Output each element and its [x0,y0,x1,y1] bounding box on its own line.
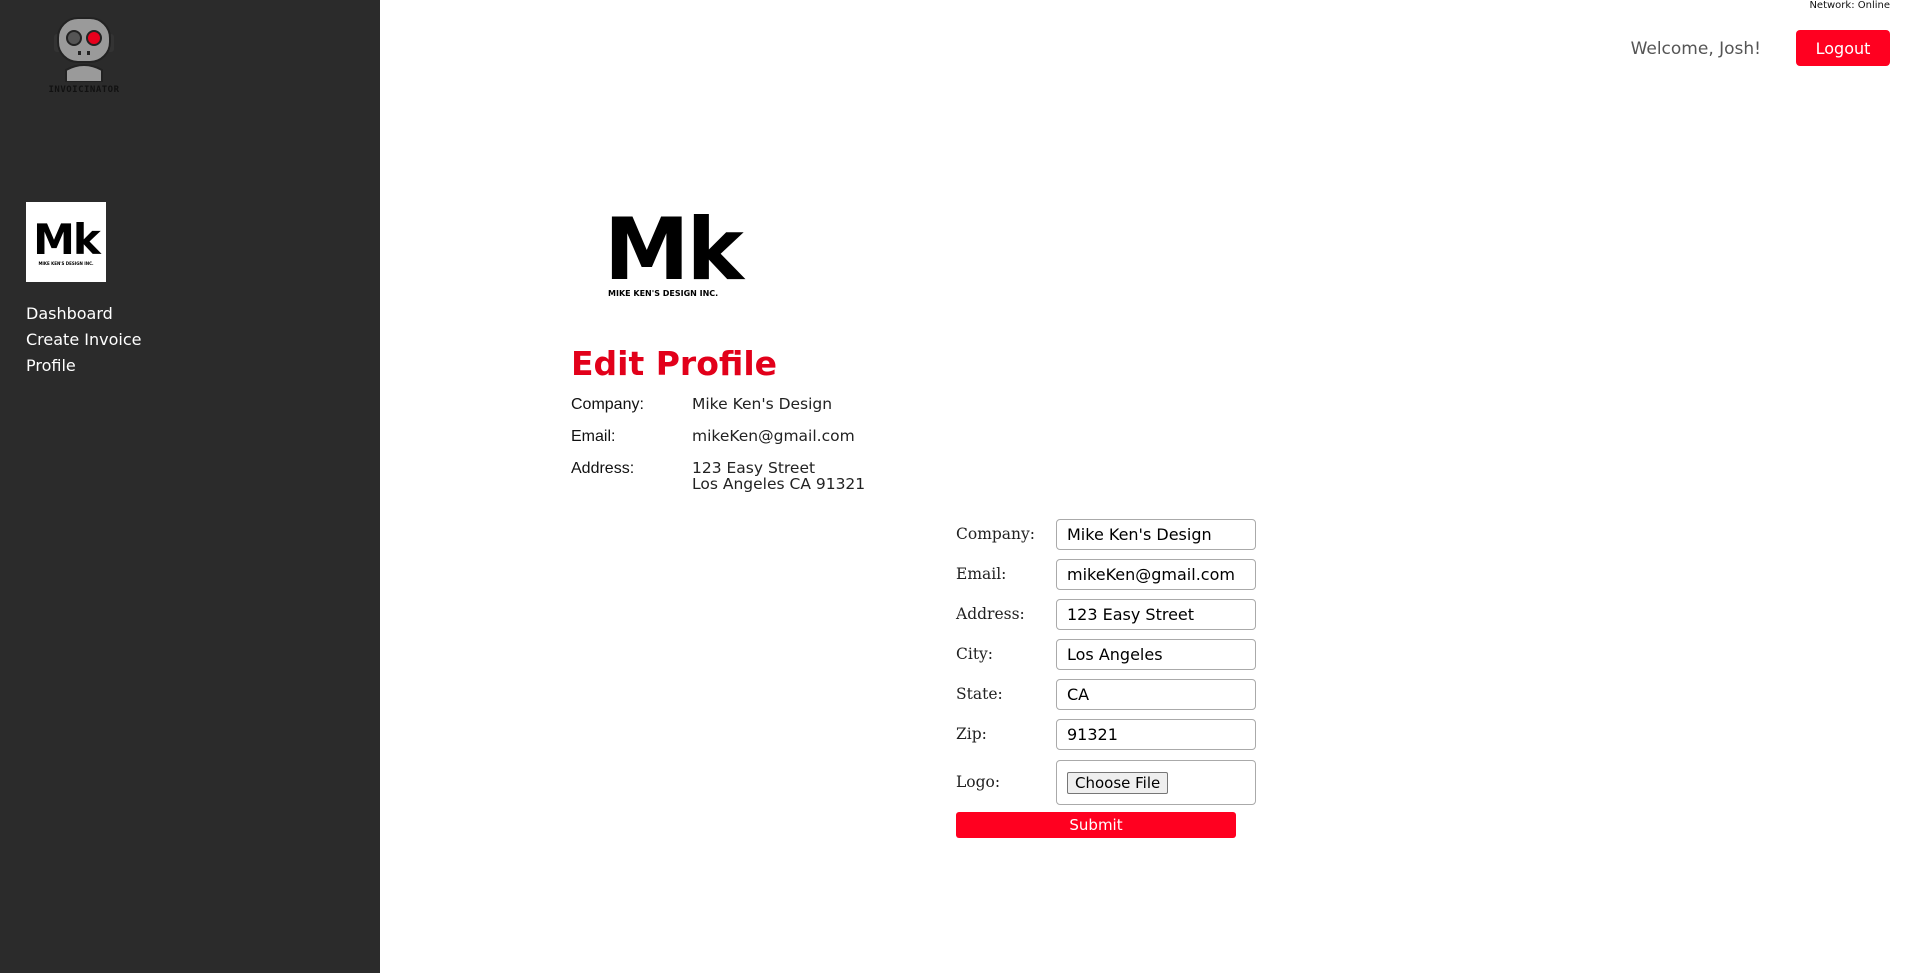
profile-address-value: 123 Easy Street Los Angeles CA 91321 [692,460,865,492]
profile-email-value: mikeKen@gmail.com [692,427,855,445]
choose-file-button[interactable]: Choose File [1067,771,1169,794]
address-field-label: Address: [956,605,1025,623]
zip-field[interactable] [1056,718,1256,750]
sidebar-item-dashboard[interactable]: Dashboard [26,301,141,327]
welcome-message: Welcome, Josh! [1630,39,1761,59]
profile-address-line1: 123 Easy Street [692,459,816,477]
state-field[interactable] [1056,678,1256,710]
form-row-city: City: [956,634,1256,674]
app-logo[interactable]: INVOICINATOR [40,10,128,95]
address-field[interactable] [1056,598,1256,630]
profile-company-value: Mike Ken's Design [692,395,833,413]
company-logo: Mk MIKE KEN'S DESIGN INC. [604,207,744,298]
logo-field-label: Logo: [956,773,1001,791]
app-name: INVOICINATOR [48,85,120,95]
profile-email-row: Email: mikeKen@gmail.com [571,428,865,446]
robot-icon [54,17,114,82]
profile-summary: Company: Mike Ken's Design Email: mikeKe… [571,396,865,506]
email-field-label: Email: [956,565,1007,583]
profile-email-label: Email: [571,428,616,445]
page-title: Edit Profile [571,344,778,383]
logout-button[interactable]: Logout [1796,30,1890,66]
sidebar-item-create-invoice[interactable]: Create Invoice [26,327,141,353]
company-logo-initials-large: Mk [604,200,744,300]
form-row-address: Address: [956,594,1256,634]
form-row-state: State: [956,674,1256,714]
network-status: Network: Online [1809,0,1890,11]
submit-button[interactable]: Submit [956,812,1236,838]
profile-address-label: Address: [571,460,635,477]
profile-company-row: Company: Mike Ken's Design [571,396,865,414]
city-field[interactable] [1056,638,1256,670]
edit-profile-form: Company: Email: Address: City: State: Zi… [956,514,1256,838]
city-field-label: City: [956,645,994,663]
zip-field-label: Zip: [956,725,987,743]
company-logo-initials: Mk [33,215,101,264]
state-field-label: State: [956,685,1003,703]
form-row-zip: Zip: [956,714,1256,754]
company-field-label: Company: [956,525,1036,543]
profile-address-row: Address: 123 Easy Street Los Angeles CA … [571,460,865,492]
sidebar-nav: Dashboard Create Invoice Profile [26,301,141,379]
company-logo-thumbnail: Mk MIKE KEN'S DESIGN INC. [26,202,106,282]
sidebar-item-profile[interactable]: Profile [26,353,141,379]
form-row-company: Company: [956,514,1256,554]
form-row-logo: Logo: Choose File [956,757,1256,807]
form-row-email: Email: [956,554,1256,594]
logo-file-input: Choose File [1056,759,1256,805]
sidebar: INVOICINATOR Mk MIKE KEN'S DESIGN INC. D… [0,0,380,973]
profile-company-label: Company: [571,396,644,413]
email-field[interactable] [1056,558,1256,590]
profile-address-line2: Los Angeles CA 91321 [692,475,866,493]
company-field[interactable] [1056,518,1256,550]
